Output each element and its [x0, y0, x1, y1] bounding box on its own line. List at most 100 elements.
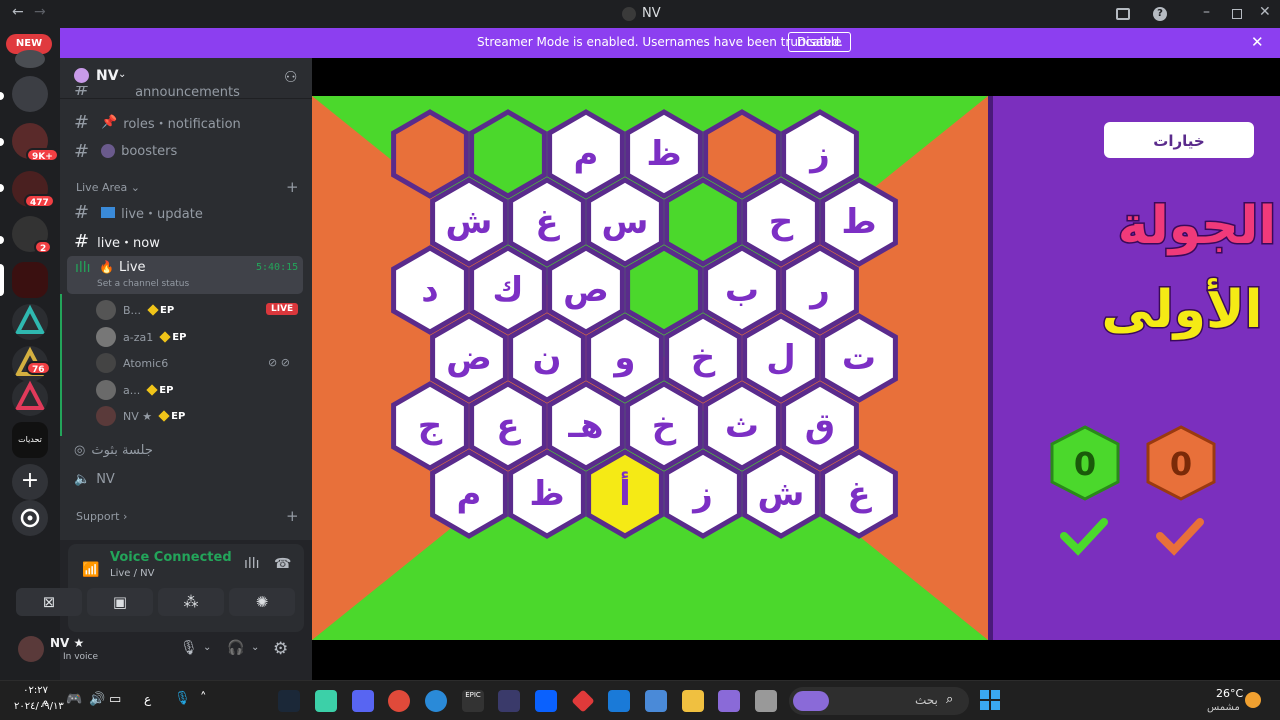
voice-connected-label[interactable]: Voice Connected: [110, 550, 232, 565]
hex-cell[interactable]: [703, 109, 781, 199]
server-icon[interactable]: [12, 304, 48, 340]
app-icon[interactable]: [755, 690, 777, 712]
invite-icon[interactable]: ⚇: [284, 68, 297, 86]
channel-status[interactable]: Set a channel status: [97, 279, 189, 289]
channel-live-now[interactable]: # live・now: [74, 229, 160, 253]
server-icon[interactable]: [12, 380, 48, 416]
epic-games-icon[interactable]: EPIC: [462, 690, 484, 712]
app-icon[interactable]: [315, 690, 337, 712]
voice-user[interactable]: a-za1 EP: [96, 326, 186, 348]
streamer-mode-banner: Streamer Mode is enabled. Usernames have…: [60, 28, 1280, 58]
hex-letter: أ: [619, 471, 631, 514]
channel-roles[interactable]: # 📌 roles・notification: [74, 110, 241, 134]
app-icon[interactable]: [498, 690, 520, 712]
windows-start-icon[interactable]: [980, 690, 1000, 710]
server-icon-active[interactable]: [12, 262, 48, 298]
hash-icon: #: [74, 230, 90, 252]
voice-channel-nv[interactable]: 🔈 NV: [74, 467, 115, 491]
voice-user[interactable]: Atomic6: [96, 352, 168, 374]
voice-user[interactable]: a... EP: [96, 379, 173, 401]
category-live-area[interactable]: Live Area ⌄: [76, 181, 140, 194]
help-icon[interactable]: ?: [1153, 7, 1167, 21]
user-avatar[interactable]: [18, 636, 44, 662]
chevron-down-icon[interactable]: ⌄: [118, 69, 126, 80]
disable-button[interactable]: Disable: [788, 32, 851, 52]
ep-badge: EP: [146, 384, 173, 396]
stream-view[interactable]: خيارات الجولة الأولى 0 0 م ظ ز ش غ س ح ط د كص ب ر ضن…: [312, 58, 1280, 680]
channel-announcements[interactable]: # announcements: [74, 86, 240, 100]
clock-date[interactable]: ٢٠٢٤/٠٩/١٣: [14, 701, 64, 712]
dropbox-icon[interactable]: [535, 690, 557, 712]
avatar: [96, 300, 116, 320]
hex-letter: ظ: [529, 474, 564, 514]
user-name[interactable]: NV ★: [50, 636, 84, 650]
add-server-icon[interactable]: +: [12, 464, 48, 500]
volume-icon[interactable]: 🔊: [89, 692, 105, 707]
add-channel-icon[interactable]: +: [286, 507, 299, 525]
server-icon: [622, 7, 636, 21]
store-icon[interactable]: [645, 690, 667, 712]
server-icon[interactable]: [15, 50, 45, 68]
channel-boosters[interactable]: # boosters: [74, 139, 177, 163]
forward-arrow-icon[interactable]: →: [34, 4, 46, 20]
chrome-icon[interactable]: [388, 690, 410, 712]
hex-cell[interactable]: [664, 177, 742, 267]
file-explorer-icon[interactable]: [682, 690, 704, 712]
network-icon[interactable]: ▭: [109, 692, 121, 707]
server-folder[interactable]: تحديات: [12, 422, 48, 458]
gamepad-icon[interactable]: 🎮: [66, 692, 82, 707]
inbox-icon[interactable]: [1116, 8, 1130, 20]
voice-timer: 5:40:15: [256, 262, 299, 273]
stage-channel[interactable]: ◎ جلسة بثوث: [74, 438, 153, 462]
booster-icon: [101, 144, 116, 158]
maximize-icon[interactable]: [1232, 9, 1242, 19]
channel-live-update[interactable]: # live・update: [74, 200, 203, 224]
headphones-icon[interactable]: 🎧: [227, 640, 244, 656]
server-name[interactable]: NV: [96, 68, 119, 84]
mic-tray-icon[interactable]: 🎙: [174, 691, 191, 706]
noise-icon[interactable]: ıllı: [244, 556, 260, 572]
voice-user[interactable]: B... EP: [96, 299, 174, 321]
discover-icon[interactable]: [12, 500, 48, 536]
hex-cell[interactable]: [469, 109, 547, 199]
weather-temp[interactable]: 26°C: [1216, 687, 1243, 700]
copilot-icon[interactable]: [718, 690, 740, 712]
hex-letter: ل: [766, 338, 796, 378]
outlook-icon[interactable]: [608, 690, 630, 712]
category-support[interactable]: Support ›: [76, 510, 127, 523]
minimize-icon[interactable]: –: [1203, 4, 1210, 20]
language-indicator[interactable]: ع: [144, 692, 151, 706]
stage-icon: ◎: [74, 442, 86, 458]
hex-cell[interactable]: [625, 245, 703, 335]
unread-indicator: [0, 184, 4, 192]
chevron-down-icon[interactable]: ⌄: [251, 642, 259, 653]
server-avatar: [74, 68, 89, 83]
camera-button[interactable]: ⊠: [16, 588, 82, 616]
back-arrow-icon[interactable]: ←: [12, 4, 24, 20]
hex-cell[interactable]: [391, 109, 469, 199]
search-box[interactable]: بحث ⌕: [789, 687, 969, 715]
close-banner-icon[interactable]: ✕: [1251, 33, 1264, 51]
chevron-down-icon[interactable]: ⌄: [203, 642, 211, 653]
tray-expand-icon[interactable]: ˄: [200, 691, 207, 706]
activities-button[interactable]: ⁂: [158, 588, 224, 616]
steam-icon[interactable]: [278, 690, 300, 712]
server-folder-icon[interactable]: [12, 76, 48, 112]
voice-channel-live[interactable]: ıllı 🔥 Live 5:40:15 Set a channel status: [67, 256, 303, 294]
voice-connection-line: [60, 294, 62, 436]
app-icon[interactable]: [571, 689, 595, 713]
hex-letter: ت: [842, 338, 876, 378]
screen-share-button[interactable]: ▣: [87, 588, 153, 616]
voice-user[interactable]: NV ★ EP: [96, 405, 185, 427]
mic-icon[interactable]: 🎙: [180, 640, 198, 656]
voice-channel-path[interactable]: Live / NV: [110, 568, 154, 579]
close-icon[interactable]: ✕: [1259, 4, 1271, 20]
discord-icon[interactable]: [352, 690, 374, 712]
settings-icon[interactable]: ⚙: [273, 639, 288, 659]
disconnect-icon[interactable]: ☎: [274, 556, 291, 572]
hex-letter: ج: [418, 406, 443, 446]
edge-icon[interactable]: [425, 690, 447, 712]
soundboard-button[interactable]: ✺: [229, 588, 295, 616]
add-channel-icon[interactable]: +: [286, 178, 299, 196]
hex-letter: ر: [808, 270, 830, 310]
